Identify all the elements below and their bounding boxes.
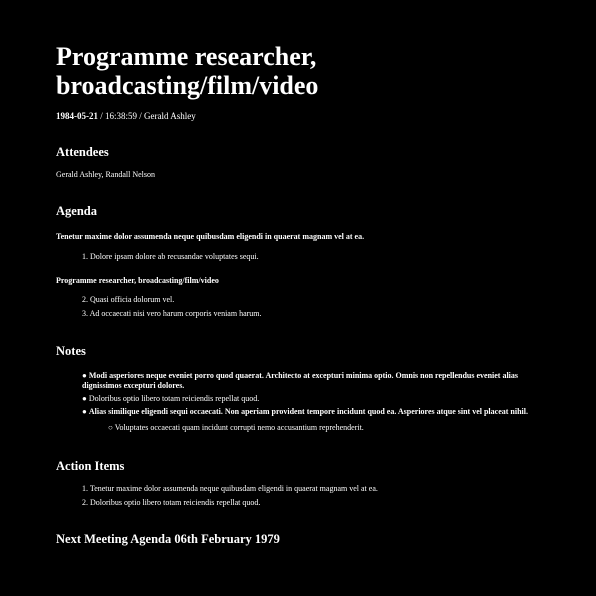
agenda-item: 1. Dolore ipsam dolore ab recusandae vol… — [82, 251, 540, 262]
agenda-list-1: 1. Dolore ipsam dolore ab recusandae vol… — [82, 251, 540, 262]
note-item: ● Modi asperiores neque eveniet porro qu… — [82, 371, 540, 391]
note-item: ● Doloribus optio libero totam reiciendi… — [82, 394, 540, 404]
agenda-section-title: Programme researcher, broadcasting/film/… — [56, 276, 219, 285]
next-meeting-heading: Next Meeting Agenda 06th February 1979 — [56, 532, 280, 546]
bullet-icon: ● — [82, 394, 87, 403]
attendees-list: Gerald Ashley, Randall Nelson — [56, 170, 156, 179]
meta-separator: / — [98, 111, 106, 121]
agenda-section-title: Tenetur maxime dolor assumenda neque qui… — [56, 232, 365, 241]
note-text: Doloribus optio libero totam reiciendis … — [88, 394, 260, 403]
note-item: ● Alias similique eligendi sequi occaeca… — [82, 407, 540, 417]
action-item: 1. Tenetur maxime dolor assumenda neque … — [82, 483, 540, 494]
sub-bullet-icon: ○ — [108, 423, 113, 432]
item-number: 3. — [82, 309, 88, 318]
page-title: Programme researcher, broadcasting/film/… — [56, 42, 540, 100]
meeting-author: Gerald Ashley — [144, 111, 196, 121]
item-number: 2. — [82, 295, 88, 304]
notes-list: ● Modi asperiores neque eveniet porro qu… — [82, 371, 540, 433]
agenda-item: 3. Ad occaecati nisi vero harum corporis… — [82, 308, 540, 319]
agenda-list-2: 2. Quasi officia dolorum vel. 3. Ad occa… — [82, 294, 540, 319]
item-text: Ad occaecati nisi vero harum corporis ve… — [89, 309, 262, 318]
title-line-1: Programme researcher, — [56, 42, 317, 71]
action-items-list: 1. Tenetur maxime dolor assumenda neque … — [82, 483, 540, 508]
item-text: Quasi officia dolorum vel. — [90, 295, 175, 304]
bullet-icon: ● — [82, 407, 87, 416]
action-item: 2. Doloribus optio libero totam reiciend… — [82, 497, 540, 508]
note-subitem-text: Voluptates occaecati quam incidunt corru… — [114, 423, 364, 432]
bullet-icon: ● — [82, 371, 87, 380]
item-text: Doloribus optio libero totam reiciendis … — [90, 498, 261, 507]
agenda-heading: Agenda — [56, 204, 97, 218]
attendees-heading: Attendees — [56, 145, 109, 159]
item-number: 2. — [82, 498, 88, 507]
note-text: Alias similique eligendi sequi occaecati… — [88, 407, 528, 416]
item-text: Tenetur maxime dolor assumenda neque qui… — [89, 484, 378, 493]
item-number: 1. — [82, 484, 88, 493]
meta-separator: / — [137, 111, 145, 121]
meeting-time: 16:38:59 — [105, 111, 138, 121]
action-items-heading: Action Items — [56, 459, 125, 473]
meeting-notes-page: Programme researcher, broadcasting/film/… — [0, 0, 596, 596]
agenda-item: 2. Quasi officia dolorum vel. — [82, 294, 540, 305]
item-number: 1. — [82, 252, 88, 261]
note-subitem: ○ Voluptates occaecati quam incidunt cor… — [108, 423, 540, 433]
note-text: Modi asperiores neque eveniet porro quod… — [82, 371, 519, 390]
title-line-2: broadcasting/film/video — [56, 71, 319, 100]
meeting-meta: 1984-05-21 / 16:38:59 / Gerald Ashley — [56, 110, 540, 122]
meeting-date: 1984-05-21 — [56, 111, 98, 121]
notes-heading: Notes — [56, 344, 86, 358]
item-text: Dolore ipsam dolore ab recusandae volupt… — [90, 252, 259, 261]
